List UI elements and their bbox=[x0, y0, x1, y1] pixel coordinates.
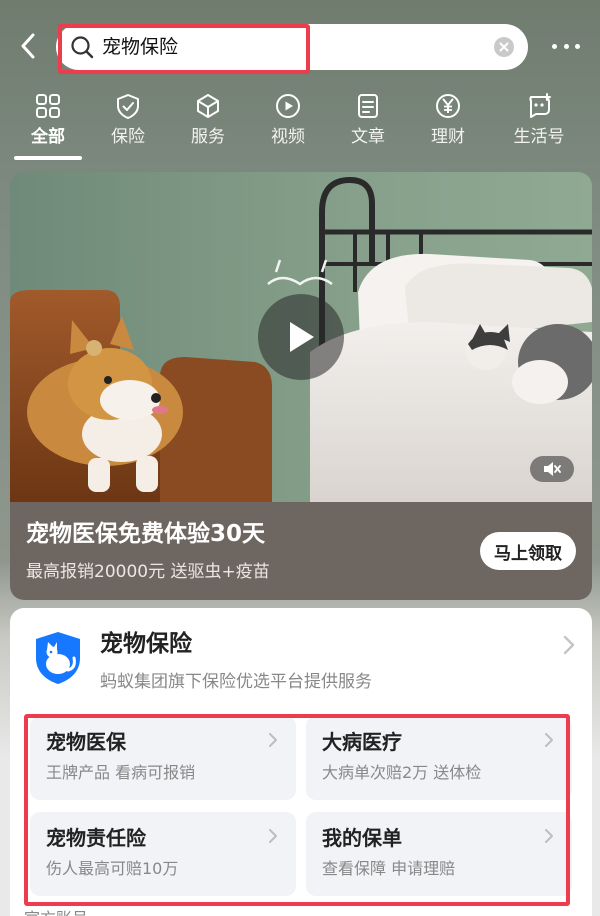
tab-lifestyle-accounts[interactable]: 生活号 bbox=[503, 90, 575, 168]
more-dot-icon bbox=[563, 43, 569, 49]
service-name: 宠物医保 bbox=[46, 730, 126, 754]
speaker-muted-icon bbox=[544, 462, 561, 476]
video-subtitle: 最高报销20000元 送驱虫+疫苗 bbox=[26, 562, 270, 582]
close-icon bbox=[499, 42, 509, 52]
more-dot-icon bbox=[575, 43, 580, 49]
play-button[interactable] bbox=[258, 294, 344, 380]
tab-videos[interactable]: 视频 bbox=[253, 90, 323, 168]
chevron-right-icon[interactable] bbox=[562, 634, 576, 656]
service-name: 宠物责任险 bbox=[46, 826, 146, 850]
cube-icon bbox=[197, 94, 219, 118]
top-bar: 宠物保险 bbox=[0, 0, 600, 90]
more-options-button[interactable] bbox=[548, 36, 584, 56]
service-name: 我的保单 bbox=[322, 826, 402, 850]
service-description: 伤人最高可赔10万 bbox=[46, 859, 179, 878]
service-pet-medical[interactable]: 宠物医保 王牌产品 看病可报销 bbox=[30, 716, 296, 800]
video-title: 宠物医保免费体验30天 bbox=[26, 521, 266, 547]
service-description: 查看保障 申请理赔 bbox=[322, 859, 456, 878]
tab-services[interactable]: 服务 bbox=[173, 90, 243, 168]
tab-label: 视频 bbox=[271, 127, 305, 147]
search-input[interactable]: 宠物保险 bbox=[56, 24, 528, 70]
chevron-right-icon bbox=[269, 829, 277, 843]
tab-label: 保险 bbox=[111, 127, 145, 147]
back-button[interactable] bbox=[14, 30, 42, 62]
chat-bubble-icon bbox=[529, 93, 551, 118]
search-icon bbox=[71, 36, 94, 59]
service-description: 大病单次赔2万 送体检 bbox=[322, 763, 482, 782]
chevron-right-icon bbox=[545, 733, 553, 747]
play-icon bbox=[290, 322, 314, 352]
service-description: 王牌产品 看病可报销 bbox=[46, 763, 196, 782]
play-circle-icon bbox=[276, 94, 300, 118]
chevron-right-icon bbox=[269, 733, 277, 747]
tab-label: 服务 bbox=[191, 127, 225, 147]
chevron-right-icon bbox=[545, 829, 553, 843]
tab-wealth[interactable]: 理财 bbox=[413, 90, 483, 168]
search-query-text: 宠物保险 bbox=[102, 36, 179, 58]
tab-insurance[interactable]: 保险 bbox=[93, 90, 163, 168]
service-critical-illness[interactable]: 大病医疗 大病单次赔2万 送体检 bbox=[306, 716, 572, 800]
clear-search-button[interactable] bbox=[494, 37, 514, 57]
mute-button[interactable] bbox=[530, 456, 574, 482]
tab-label: 文章 bbox=[351, 127, 385, 147]
grid-icon bbox=[36, 94, 60, 118]
shield-check-icon bbox=[117, 94, 139, 119]
category-tabs: 全部 保险 服务 视频 文章 理财 生活号 bbox=[0, 90, 600, 170]
tab-articles[interactable]: 文章 bbox=[333, 90, 403, 168]
service-name: 大病医疗 bbox=[322, 730, 402, 754]
official-account-label: 官方账号 bbox=[24, 908, 88, 916]
panel-title[interactable]: 宠物保险 bbox=[100, 628, 192, 660]
more-dot-icon bbox=[552, 43, 557, 49]
document-icon bbox=[358, 94, 378, 118]
claim-now-button[interactable]: 马上领取 bbox=[480, 532, 576, 570]
tab-label: 生活号 bbox=[513, 127, 565, 147]
tab-label: 理财 bbox=[431, 127, 465, 147]
service-pet-liability[interactable]: 宠物责任险 伤人最高可赔10万 bbox=[30, 812, 296, 896]
yen-circle-icon bbox=[436, 94, 460, 118]
promo-video-card[interactable]: 宠物医保免费体验30天 最高报销20000元 送驱虫+疫苗 马上领取 bbox=[10, 172, 592, 600]
service-my-policies[interactable]: 我的保单 查看保障 申请理赔 bbox=[306, 812, 572, 896]
pet-insurance-shield-logo bbox=[36, 632, 80, 684]
active-tab-indicator bbox=[14, 156, 82, 160]
chevron-left-icon bbox=[21, 33, 35, 59]
panel-subtitle: 蚂蚁集团旗下保险优选平台提供服务 bbox=[100, 672, 372, 692]
tab-label: 全部 bbox=[31, 127, 65, 147]
